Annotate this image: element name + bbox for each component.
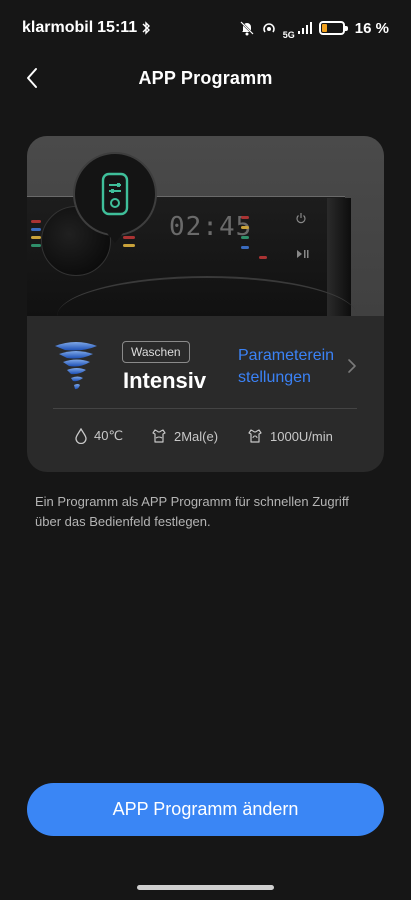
signal-icon — [297, 22, 312, 34]
bluetooth-icon — [142, 21, 151, 35]
power-icon — [296, 213, 306, 224]
rinse-stat: 2Mal(e) — [150, 424, 218, 448]
chevron-left-icon — [27, 68, 37, 88]
panel-led — [123, 244, 135, 247]
app-header: APP Programm — [0, 56, 411, 100]
mode-badge: Waschen — [122, 341, 190, 363]
battery-icon — [318, 21, 348, 35]
parameter-settings-link[interactable]: Parametereinstellungen — [238, 345, 342, 389]
home-indicator[interactable] — [137, 885, 274, 890]
panel-led — [241, 226, 249, 229]
panel-led — [241, 236, 249, 239]
panel-led — [241, 246, 249, 249]
tornado-icon — [55, 342, 97, 390]
status-right: 5G 16 % — [239, 16, 389, 40]
battery-percent: 16 % — [354, 19, 389, 37]
spin-stat: 1000U/min — [246, 424, 333, 448]
spin-icon — [248, 429, 262, 443]
description-text: Ein Programm als APP Programm für schnel… — [35, 494, 349, 529]
rinse-icon — [152, 429, 166, 443]
water-drop-icon — [75, 428, 87, 444]
panel-callout — [73, 152, 157, 236]
temperature-value: 40℃ — [94, 428, 124, 443]
panel-led — [259, 256, 267, 259]
card-divider — [53, 408, 357, 409]
rinse-value: 2Mal(e) — [174, 428, 219, 444]
program-name: Intensiv — [123, 368, 207, 393]
page-title: APP Programm — [138, 67, 273, 88]
play-pause-icon — [297, 250, 309, 258]
panel-led — [31, 228, 41, 231]
mute-bell-icon — [240, 21, 254, 36]
network-type: 5G — [282, 30, 295, 40]
back-button[interactable] — [18, 64, 46, 92]
change-app-program-button[interactable]: APP Programm ändern — [27, 783, 384, 836]
machine-display: 02:45 — [169, 212, 253, 242]
spin-value: 1000U/min — [270, 428, 333, 444]
temperature-stat: 40℃ — [74, 424, 123, 448]
panel-callout-tail — [107, 233, 123, 243]
program-row: Waschen Intensiv Parametereinstellungen — [27, 326, 384, 406]
status-bar: klarmobil 15:11 5G 16 % — [0, 0, 411, 56]
washer-control-icon — [101, 172, 129, 216]
panel-led — [31, 244, 41, 247]
carrier-name: klarmobil — [22, 19, 94, 36]
clock: 15:11 — [97, 19, 138, 36]
panel-led — [31, 236, 41, 239]
status-left: klarmobil 15:11 — [22, 19, 151, 37]
chevron-right-icon[interactable] — [347, 358, 357, 374]
program-card: 02:45 Waschen Intensiv Parametereinstell… — [27, 136, 384, 472]
stats-row: 40℃ 2Mal(e) 1000U/min — [27, 424, 384, 448]
hotspot-icon — [263, 23, 275, 33]
panel-led — [241, 216, 249, 219]
panel-led — [123, 236, 135, 239]
machine-preview: 02:45 — [27, 136, 384, 316]
panel-led — [31, 220, 41, 223]
